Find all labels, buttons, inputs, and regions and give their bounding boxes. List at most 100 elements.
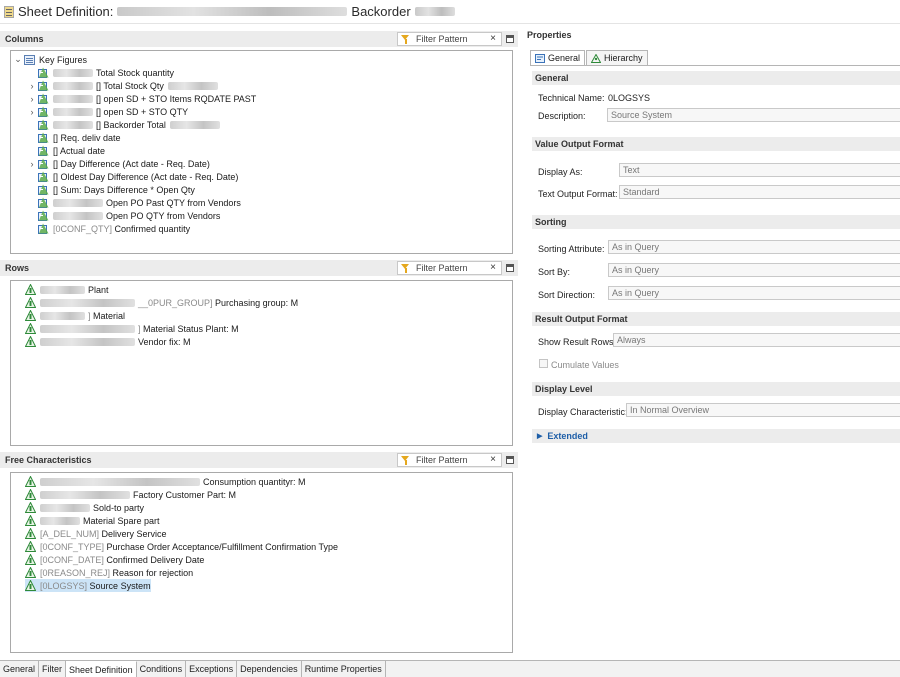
rows-tree[interactable]: Plant __0PUR_GROUP] Purchasing group: M] … <box>10 280 513 446</box>
tree-node-key-figure[interactable]: ›[] Backorder Total <box>28 118 223 131</box>
tree-node-key-figure[interactable]: ›[] Oldest Day Difference (Act date - Re… <box>28 170 238 183</box>
rows-filter-input[interactable]: Filter Pattern × <box>397 261 502 275</box>
tree-node-key-figure[interactable]: › [] open SD + STO QTY <box>28 105 188 118</box>
redacted-tech-name <box>53 120 93 129</box>
node-label: Open PO QTY from Vendors <box>106 210 221 221</box>
sheet-icon <box>4 5 14 18</box>
redacted-tech-name <box>53 68 93 77</box>
tree-node-key-figure[interactable]: ›Total Stock quantity <box>28 66 174 79</box>
key-figure-icon <box>38 210 49 221</box>
properties-title: Properties <box>527 30 572 40</box>
list-item[interactable]: Factory Customer Part: M <box>25 488 236 501</box>
list-item[interactable]: Vendor fix: M <box>25 335 191 348</box>
show-result-rows-field[interactable]: Always <box>613 333 900 347</box>
list-item[interactable]: Sold-to party <box>25 501 144 514</box>
list-item[interactable]: [0CONF_TYPE] Purchase Order Acceptance/F… <box>25 540 338 553</box>
extended-section-toggle[interactable]: ▶ Extended <box>532 429 900 443</box>
free-tree[interactable]: Consumption quantityr: M Factory Customer… <box>10 472 513 653</box>
tree-node-key-figure[interactable]: ›[] Req. deliv date <box>28 131 121 144</box>
redacted-tech-name <box>40 311 85 320</box>
node-label: Material <box>93 310 126 321</box>
characteristic-icon <box>25 567 36 578</box>
tab-general[interactable]: General <box>530 50 586 65</box>
redacted-tech-name <box>40 337 135 346</box>
node-label: Source System <box>89 580 151 591</box>
clear-icon[interactable]: × <box>490 262 496 273</box>
technical-name-label: Technical Name: <box>538 93 605 103</box>
chevron-down-icon[interactable]: ⌄ <box>14 54 22 65</box>
list-item[interactable]: ] Material <box>25 309 125 322</box>
tree-node-key-figure[interactable]: ›[0CONF_QTY] Confirmed quantity <box>28 222 190 235</box>
redacted-tech-name <box>53 107 93 116</box>
tree-node-key-figure[interactable]: ›[] Sum: Days Difference * Open Qty <box>28 183 195 196</box>
chevron-right-icon[interactable]: › <box>28 107 36 117</box>
node-label: [] Backorder Total <box>96 119 166 130</box>
node-label: Reason for rejection <box>112 567 194 578</box>
redacted-tech-name <box>53 198 103 207</box>
tab-conditions[interactable]: Conditions <box>136 661 187 677</box>
characteristic-icon <box>25 323 36 334</box>
free-filter-input[interactable]: Filter Pattern × <box>397 453 502 467</box>
show-result-rows-label: Show Result Rows: <box>538 337 617 347</box>
list-item[interactable]: [0CONF_DATE] Confirmed Delivery Date <box>25 553 204 566</box>
sort-direction-field[interactable]: As in Query <box>608 286 900 300</box>
list-item[interactable]: __0PUR_GROUP] Purchasing group: M <box>25 296 298 309</box>
characteristic-icon <box>25 476 36 487</box>
list-item[interactable]: Consumption quantityr: M <box>25 475 306 488</box>
sort-by-field[interactable]: As in Query <box>608 263 900 277</box>
list-item[interactable]: Material Spare part <box>25 514 160 527</box>
tab-filter[interactable]: Filter <box>39 661 67 677</box>
tab-exceptions[interactable]: Exceptions <box>186 661 238 677</box>
text-output-field[interactable]: Standard <box>619 185 900 199</box>
redacted-tech-name <box>53 211 103 220</box>
display-as-field[interactable]: Text <box>619 163 900 177</box>
tree-node-key-figure[interactable]: ›Open PO Past QTY from Vendors <box>28 196 241 209</box>
tree-node-key-figure[interactable]: › [] Day Difference (Act date - Req. Date… <box>28 157 210 170</box>
tree-node-key-figure[interactable]: › [] Total Stock Qty <box>28 79 221 92</box>
general-tab-icon <box>535 53 545 63</box>
tab-sheet-definition[interactable]: Sheet Definition <box>66 661 137 677</box>
list-item[interactable]: ] Material Status Plant: M <box>25 322 239 335</box>
tree-node-key-figure[interactable]: ›[] Actual date <box>28 144 105 157</box>
chevron-right-icon[interactable]: › <box>28 94 36 104</box>
tab-dependencies[interactable]: Dependencies <box>237 661 302 677</box>
characteristic-icon <box>25 310 36 321</box>
display-characteristic-field[interactable]: In Normal Overview <box>626 403 900 417</box>
columns-tree[interactable]: ⌄ Key Figures ›Total Stock quantity›[] T… <box>10 50 513 254</box>
section-result-output: Result Output Format <box>532 312 900 326</box>
tab-hierarchy[interactable]: Hierarchy <box>586 50 648 65</box>
characteristic-icon <box>25 297 36 308</box>
list-item[interactable]: [0REASON_REJ] Reason for rejection <box>25 566 193 579</box>
key-figure-icon <box>38 132 49 143</box>
maximize-icon[interactable] <box>506 35 514 43</box>
window-title-suffix: Backorder <box>351 4 411 19</box>
tab-general[interactable]: General <box>0 661 40 677</box>
node-label: [] open SD + STO Items RQDATE PAST <box>96 93 257 104</box>
node-label: Sold-to party <box>93 502 145 513</box>
cumulate-values-checkbox[interactable] <box>539 359 548 368</box>
characteristic-icon <box>25 336 36 347</box>
chevron-right-icon[interactable]: › <box>28 159 36 169</box>
description-field[interactable]: Source System <box>607 108 900 122</box>
redacted-tech-name <box>40 298 135 307</box>
editor-tabs: General Filter Sheet Definition Conditions E… <box>0 660 900 677</box>
key-figure-icon <box>38 197 49 208</box>
list-item[interactable]: [A_DEL_NUM] Delivery Service <box>25 527 167 540</box>
key-figure-icon <box>38 106 49 117</box>
characteristic-icon <box>25 515 36 526</box>
tab-runtime-properties[interactable]: Runtime Properties <box>301 661 386 677</box>
sorting-attribute-field[interactable]: As in Query <box>608 240 900 254</box>
chevron-right-icon[interactable]: › <box>28 81 36 91</box>
clear-icon[interactable]: × <box>490 33 496 44</box>
list-item[interactable]: [0LOGSYS] Source System <box>25 579 151 592</box>
columns-filter-input[interactable]: Filter Pattern × <box>397 32 502 46</box>
key-figure-icon <box>38 93 49 104</box>
maximize-icon[interactable] <box>506 456 514 464</box>
tree-node-key-figure[interactable]: › [] open SD + STO Items RQDATE PAST <box>28 92 256 105</box>
list-item[interactable]: Plant <box>25 283 109 296</box>
key-figures-label: Key Figures <box>39 54 88 65</box>
tree-node-key-figure[interactable]: ›Open PO QTY from Vendors <box>28 209 220 222</box>
maximize-icon[interactable] <box>506 264 514 272</box>
clear-icon[interactable]: × <box>490 454 496 465</box>
tree-node-key-figures[interactable]: ⌄ Key Figures <box>14 53 87 66</box>
